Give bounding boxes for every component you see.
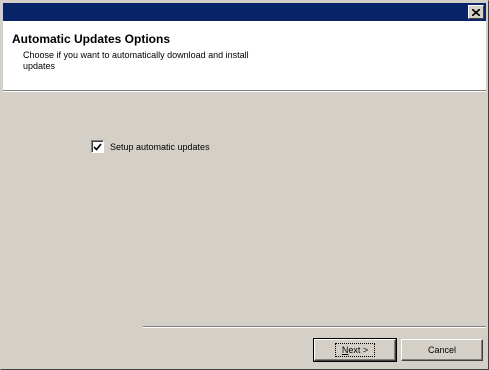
setup-automatic-updates-checkbox[interactable]	[91, 140, 104, 153]
header-divider	[3, 90, 486, 92]
checkmark-icon	[93, 142, 102, 151]
cancel-button[interactable]: Cancel	[401, 339, 483, 361]
wizard-header: Automatic Updates Options Choose if you …	[3, 21, 486, 90]
next-button[interactable]: Next >	[313, 338, 397, 362]
dialog-window: Automatic Updates Options Choose if you …	[0, 0, 489, 370]
close-icon	[472, 8, 480, 16]
title-bar[interactable]	[3, 3, 486, 21]
close-button[interactable]	[468, 5, 484, 19]
page-subtitle: Choose if you want to automatically down…	[23, 50, 249, 71]
next-button-label: Next >	[334, 343, 376, 357]
page-title: Automatic Updates Options	[12, 32, 171, 46]
setup-automatic-updates-option[interactable]: Setup automatic updates	[91, 140, 210, 153]
setup-automatic-updates-label[interactable]: Setup automatic updates	[110, 142, 210, 152]
footer-divider	[143, 326, 486, 328]
